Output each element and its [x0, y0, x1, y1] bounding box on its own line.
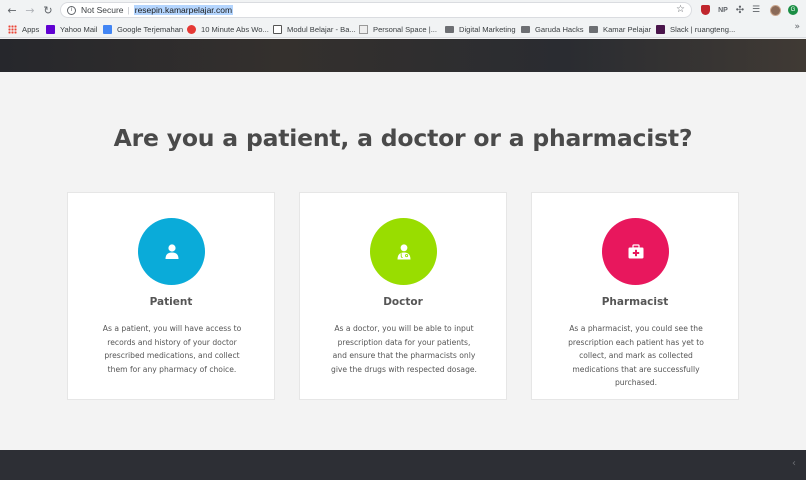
address-bar[interactable]: i Not Secure | resepin.kamarpelajar.com … — [60, 2, 692, 18]
security-label: Not Secure — [81, 5, 124, 15]
card-description: As a patient, you will have access to re… — [102, 324, 242, 374]
chevron-left-icon[interactable]: ‹ — [792, 458, 796, 469]
shield-extension-icon[interactable] — [700, 3, 710, 17]
patient-card[interactable]: Patient As a patient, you will have acce… — [67, 192, 275, 400]
bookmark-personal-space[interactable]: Personal Space |... — [359, 23, 437, 35]
forward-arrow-icon[interactable]: → — [21, 1, 39, 19]
bookmarks-bar: Apps Yahoo Mail Google Terjemahan 10 Min… — [0, 20, 806, 38]
page-icon — [273, 24, 282, 34]
folder-icon — [445, 25, 454, 33]
doctor-card[interactable]: Doctor As a doctor, you will be able to … — [299, 192, 507, 400]
back-arrow-icon[interactable]: ← — [3, 1, 21, 19]
card-description: As a doctor, you will be able to input p… — [331, 324, 477, 374]
page-title: Are you a patient, a doctor or a pharmac… — [113, 124, 693, 152]
bookmark-10-minute-abs[interactable]: 10 Minute Abs Wo... — [187, 23, 269, 35]
page-icon — [359, 24, 368, 34]
folder-icon — [589, 25, 598, 33]
patient-icon-circle — [138, 218, 205, 285]
info-icon[interactable]: i — [67, 5, 76, 15]
more-bookmarks-icon[interactable]: » — [794, 22, 800, 32]
url-text[interactable]: resepin.kamarpelajar.com — [133, 5, 234, 15]
card-title: Patient — [149, 296, 193, 308]
slack-icon — [656, 24, 665, 34]
youtube-icon — [187, 24, 196, 34]
browser-toolbar: ← → ↻ i Not Secure | resepin.kamarpelaja… — [0, 0, 806, 20]
extensions-puzzle-icon[interactable]: ✣ — [735, 3, 745, 17]
grammarly-icon[interactable]: G — [787, 3, 799, 17]
card-title: Doctor — [383, 296, 423, 308]
card-description: As a pharmacist, you could see the presc… — [568, 324, 704, 387]
bookmark-kamar-pelajar[interactable]: Kamar Pelajar — [589, 23, 651, 35]
bookmark-garuda-hacks[interactable]: Garuda Hacks — [521, 23, 584, 35]
google-translate-icon — [103, 24, 112, 34]
bookmark-digital-marketing[interactable]: Digital Marketing — [445, 23, 516, 35]
card-title: Pharmacist — [601, 296, 669, 308]
yahoo-icon — [46, 24, 55, 34]
pharmacist-card[interactable]: Pharmacist As a pharmacist, you could se… — [531, 192, 739, 400]
hero-banner — [0, 39, 806, 72]
folder-icon — [521, 25, 530, 33]
medkit-icon — [628, 243, 643, 258]
apps-grid-icon — [8, 24, 17, 34]
reading-list-icon[interactable]: ☰ — [751, 3, 761, 17]
bookmark-apps[interactable]: Apps — [8, 23, 39, 35]
profile-avatar[interactable] — [769, 3, 781, 17]
user-icon — [165, 243, 178, 259]
np-extension-icon[interactable]: NP — [716, 3, 730, 17]
address-separator: | — [127, 5, 130, 15]
bookmark-slack[interactable]: Slack | ruangteng... — [656, 23, 735, 35]
doctor-icon — [397, 243, 410, 259]
bookmark-yahoo-mail[interactable]: Yahoo Mail — [46, 23, 97, 35]
footer: ‹ — [0, 450, 806, 480]
reload-icon[interactable]: ↻ — [39, 1, 57, 19]
doctor-icon-circle — [370, 218, 437, 285]
bookmark-star-icon[interactable]: ☆ — [676, 4, 685, 15]
bookmark-google-terjemahan[interactable]: Google Terjemahan — [103, 23, 183, 35]
bookmark-modul-belajar[interactable]: Modul Belajar - Ba... — [273, 23, 356, 35]
pharmacist-icon-circle — [602, 218, 669, 285]
